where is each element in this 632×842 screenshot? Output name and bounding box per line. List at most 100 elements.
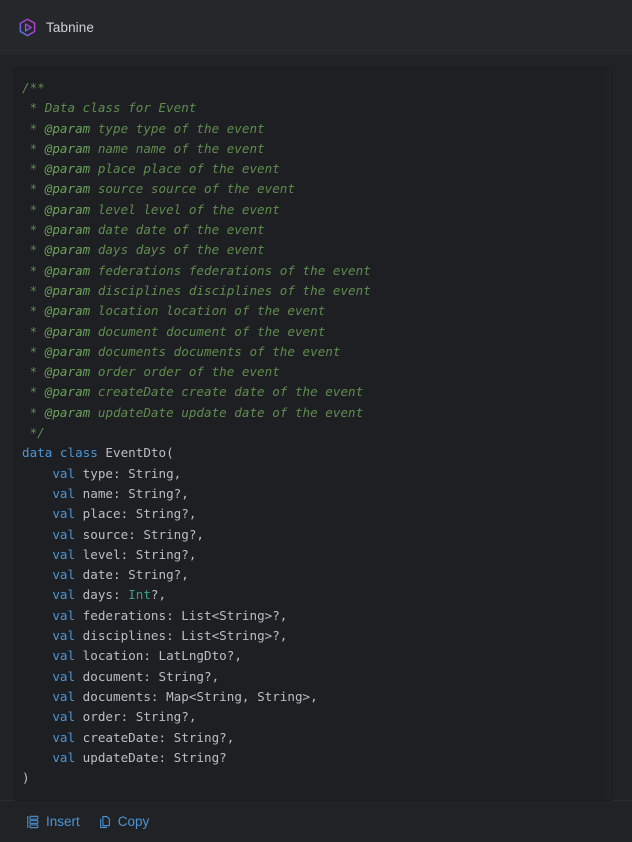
brand: Tabnine xyxy=(18,18,94,37)
code-token: EventDto( xyxy=(97,445,174,461)
code-token: * xyxy=(22,242,45,258)
code-line: val type: String, xyxy=(22,464,612,484)
code-token: name: String?, xyxy=(75,485,189,501)
code-token: val xyxy=(52,749,76,765)
code-line: val federations: List<String>?, xyxy=(22,606,612,626)
code-token: val xyxy=(52,587,76,603)
code-token: * xyxy=(22,343,45,359)
code-scroll-area[interactable]: /** * Data class for Event * @param type… xyxy=(14,68,612,800)
code-token: */ xyxy=(22,425,45,441)
copy-button[interactable]: Copy xyxy=(98,813,150,829)
code-token: /** xyxy=(22,80,45,95)
code-line: data class EventDto( xyxy=(22,443,612,463)
vertical-scrollbar[interactable] xyxy=(606,68,612,800)
copy-button-label: Copy xyxy=(117,813,150,829)
code-token: * xyxy=(22,364,45,380)
panel-header: Tabnine xyxy=(0,0,632,55)
code-token: * xyxy=(22,262,45,278)
code-token: * xyxy=(22,120,45,136)
insert-button-label: Insert xyxy=(46,813,80,829)
code-token: ) xyxy=(22,770,30,786)
brand-name: Tabnine xyxy=(46,19,94,35)
code-token: val xyxy=(52,628,76,644)
code-token: federations federations of the event xyxy=(90,262,371,278)
code-token: documents: Map<String, String>, xyxy=(75,688,318,704)
code-line: val location: LatLngDto?, xyxy=(22,646,612,666)
code-token: place place of the event xyxy=(90,161,280,177)
code-line: val order: String?, xyxy=(22,707,612,727)
tabnine-chat-panel: Tabnine /** * Data class for Event * @pa… xyxy=(0,0,632,842)
code-token: updateDate: String? xyxy=(75,749,227,765)
code-line: val name: String?, xyxy=(22,484,612,504)
code-token: * xyxy=(22,181,45,197)
code-line: * @param location location of the event xyxy=(22,301,612,321)
code-token: * xyxy=(22,161,45,177)
code-line: * @param documents documents of the even… xyxy=(22,342,612,362)
code-token: * xyxy=(22,323,45,339)
code-token: val xyxy=(52,607,76,623)
code-token: * xyxy=(22,303,45,319)
code-token: @param xyxy=(44,140,91,156)
tabnine-hexagon-logo-icon xyxy=(18,18,37,37)
code-line: * @param source source of the event xyxy=(22,179,612,199)
code-line: * @param place place of the event xyxy=(22,159,612,179)
code-line: * @param order order of the event xyxy=(22,362,612,382)
code-token: @param xyxy=(44,323,91,339)
code-token: name name of the event xyxy=(90,140,265,156)
code-line: val document: String?, xyxy=(22,667,612,687)
code-token: val xyxy=(52,709,76,725)
code-token: level: String?, xyxy=(75,546,197,562)
code-token: val xyxy=(52,688,76,704)
insert-button[interactable]: Insert xyxy=(26,815,80,829)
code-token: documents documents of the event xyxy=(90,343,341,359)
code-token: Int xyxy=(128,587,151,603)
code-snippet-card: /** * Data class for Event * @param type… xyxy=(14,68,612,800)
code-line: */ xyxy=(22,423,612,443)
code-line: * @param disciplines disciplines of the … xyxy=(22,281,612,301)
code-token: * xyxy=(22,404,45,420)
code-card-wrap: /** * Data class for Event * @param type… xyxy=(0,55,632,800)
code-line: * @param document document of the event xyxy=(22,322,612,342)
code-token: order: String?, xyxy=(75,709,197,725)
code-token: date: String?, xyxy=(75,567,189,583)
code-token: data class xyxy=(22,445,98,461)
code-token: location location of the event xyxy=(90,303,326,319)
code-token: document document of the event xyxy=(90,323,326,339)
code-token: ?, xyxy=(150,587,167,603)
code-token: federations: List<String>?, xyxy=(75,607,288,623)
code-token: @param xyxy=(44,262,91,278)
code-token: * xyxy=(22,140,45,156)
insert-code-icon xyxy=(26,815,40,829)
code-line: * @param federations federations of the … xyxy=(22,261,612,281)
code-line: val date: String?, xyxy=(22,565,612,585)
code-line: * Data class for Event xyxy=(22,98,612,118)
code-line: val source: String?, xyxy=(22,525,612,545)
code-token: val xyxy=(52,465,76,481)
code-token: @param xyxy=(44,222,91,238)
code-token: type: String, xyxy=(75,465,182,481)
code-token: source source of the event xyxy=(90,181,295,197)
code-token: val xyxy=(52,668,76,684)
code-token: level level of the event xyxy=(90,201,280,217)
code-token: val xyxy=(52,546,76,562)
code-block: /** * Data class for Event * @param type… xyxy=(22,78,612,788)
code-token: val xyxy=(52,485,76,501)
code-token: days days of the event xyxy=(90,242,265,258)
code-token: val xyxy=(52,729,76,745)
code-token: @param xyxy=(44,201,91,217)
code-token: place: String?, xyxy=(75,506,197,522)
code-token: @param xyxy=(44,282,91,298)
code-token: @param xyxy=(44,161,91,177)
code-line: val createDate: String?, xyxy=(22,728,612,748)
